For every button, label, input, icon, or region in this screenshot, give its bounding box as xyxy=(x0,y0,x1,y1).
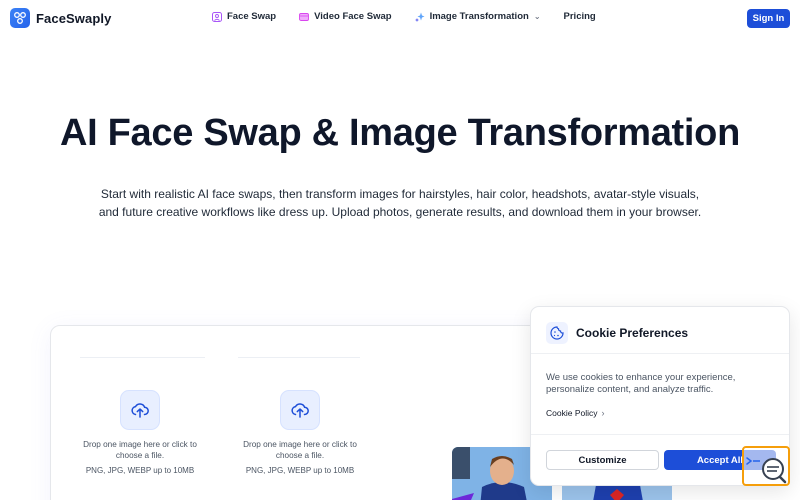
video-icon xyxy=(299,12,310,21)
sparkles-icon xyxy=(414,12,425,22)
brand-logo[interactable]: FaceSwaply xyxy=(10,8,111,28)
customize-button[interactable]: Customize xyxy=(546,450,659,470)
dropzone-text-line-1: Drop one image here or click to xyxy=(83,440,197,449)
sign-in-button[interactable]: Sign In xyxy=(747,9,790,28)
cookie-icon xyxy=(546,322,568,344)
cookie-dialog-header: Cookie Preferences xyxy=(546,322,688,344)
panel-divider xyxy=(238,357,360,358)
nav-pricing[interactable]: Pricing xyxy=(564,11,596,22)
cookie-dialog-divider xyxy=(531,353,789,354)
chat-widget-button[interactable] xyxy=(742,446,790,486)
nav-image-transformation-label: Image Transformation xyxy=(429,11,529,22)
chat-search-icon xyxy=(746,457,787,484)
nav-video-face-swap-label: Video Face Swap xyxy=(314,11,392,22)
upload-icon xyxy=(280,390,320,430)
cookie-dialog-description: We use cookies to enhance your experienc… xyxy=(546,372,771,396)
nav-image-transformation[interactable]: Image Transformation ⌄ xyxy=(414,11,541,22)
hero-subtitle-line-2: and future creative workflows like dress… xyxy=(98,205,702,219)
dropzone-text-line-1: Drop one image here or click to xyxy=(243,440,357,449)
upload-icon xyxy=(120,390,160,430)
nav-face-swap-label: Face Swap xyxy=(227,11,277,22)
cookie-dialog-title: Cookie Preferences xyxy=(576,326,689,340)
brand-name: FaceSwaply xyxy=(36,10,112,26)
chevron-down-icon: ⌄ xyxy=(533,12,541,21)
cookie-policy-link[interactable]: Cookie Policy › xyxy=(546,408,605,418)
dropzone-file-hint: PNG, JPG, WEBP up to 10MB xyxy=(245,466,355,475)
hero-title: AI Face Swap & Image Transformation xyxy=(59,112,740,154)
cookie-dialog-divider xyxy=(531,434,789,435)
cookie-description-line-2: personalize content, and analyze traffic… xyxy=(546,384,714,395)
hero-subtitle: Start with realistic AI face swaps, then… xyxy=(90,185,710,221)
dropzone-text-line-2: choose a file. xyxy=(275,450,325,460)
source-image-dropzone[interactable]: Drop one image here or click to choose a… xyxy=(65,390,215,475)
panel-divider xyxy=(80,357,205,358)
nav-face-swap[interactable]: Face Swap xyxy=(212,11,276,22)
chevron-right-icon: › xyxy=(601,408,605,418)
cookie-policy-link-label: Cookie Policy xyxy=(546,408,598,418)
dropzone-file-hint: PNG, JPG, WEBP up to 10MB xyxy=(85,466,195,475)
nav-video-face-swap[interactable]: Video Face Swap xyxy=(299,11,392,22)
nav-pricing-label: Pricing xyxy=(563,11,596,22)
main-nav: Face Swap Video Face Swap Image Transfor… xyxy=(212,11,619,22)
dropzone-text-line-2: choose a file. xyxy=(115,450,165,460)
top-navigation-bar: FaceSwaply Face Swap Video Face Swap Ima… xyxy=(0,0,800,37)
dropzone-instructions: Drop one image here or click to choose a… xyxy=(225,440,375,461)
hero-subtitle-line-1: Start with realistic AI face swaps, then… xyxy=(100,187,700,201)
dropzone-instructions: Drop one image here or click to choose a… xyxy=(65,440,215,461)
face-swap-icon xyxy=(212,11,222,22)
target-image-dropzone[interactable]: Drop one image here or click to choose a… xyxy=(225,390,375,475)
logo-icon xyxy=(10,8,30,28)
cookie-description-line-1: We use cookies to enhance your experienc… xyxy=(546,372,736,383)
